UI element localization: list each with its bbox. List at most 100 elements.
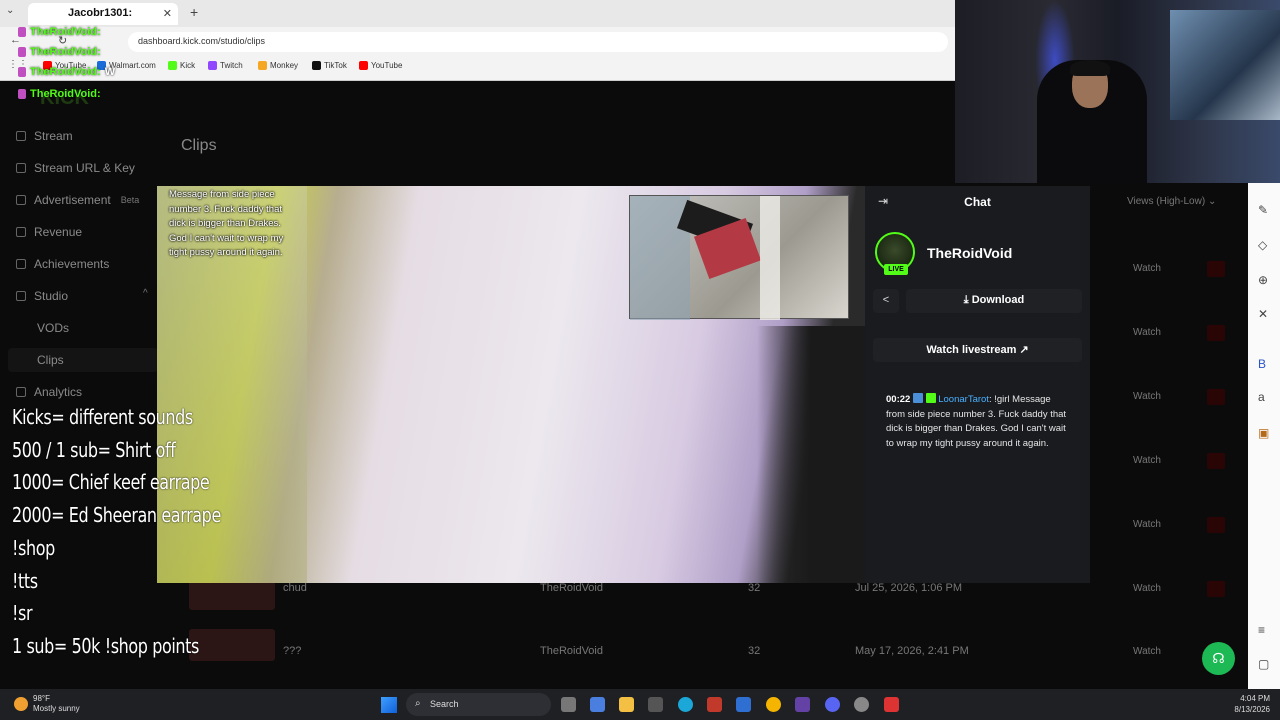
chat-username[interactable]: LoonarTarot (938, 394, 989, 405)
sidebar-item-clips[interactable]: Clips (37, 353, 64, 367)
sort-dropdown[interactable]: Views (High-Low) ⌄ (1127, 196, 1216, 207)
chevron-up-icon[interactable]: ^ (143, 288, 148, 299)
edit-icon[interactable]: ✎ (1258, 203, 1268, 217)
sidebar-item-achievements[interactable]: Achievements (16, 257, 109, 271)
page-title: Clips (181, 137, 217, 154)
obs-icon[interactable] (795, 697, 810, 712)
command-line: 500 / 1 sub= Shirt off (12, 437, 176, 462)
file-explorer-icon[interactable] (619, 697, 634, 712)
sidebar-item-vods[interactable]: VODs (37, 321, 69, 335)
watch-link[interactable]: Watch (1133, 646, 1161, 657)
windows-start-icon[interactable] (381, 697, 397, 713)
clip-title[interactable]: chud (283, 582, 307, 594)
browser-side-toolbar: ✎ ◇ ⊕ ✕ B a ▣ ≡ ▢ (1248, 183, 1280, 689)
watch-link[interactable]: Watch (1133, 583, 1161, 594)
command-line: Kicks= different sounds (12, 405, 193, 429)
watch-livestream-button[interactable]: Watch livestream ↗ (873, 338, 1082, 362)
delete-icon[interactable] (1207, 261, 1225, 277)
sidebar-item-analytics[interactable]: Analytics (16, 385, 82, 399)
bookmark-monkey[interactable]: Monkey (258, 61, 298, 70)
clip-chat-panel: ⇥ Chat LIVE TheRoidVoid < ⤓ Download Wat… (865, 186, 1090, 583)
settings-sliders-icon[interactable]: ≡ (1258, 623, 1265, 637)
clip-views: 32 (748, 582, 761, 594)
watch-link[interactable]: Watch (1133, 455, 1161, 466)
clip-channel: TheRoidVoid (540, 582, 603, 594)
tab-active[interactable]: Jacobr1301: ✕ (28, 3, 178, 25)
watch-link[interactable]: Watch (1133, 263, 1161, 274)
watch-link[interactable]: Watch (1133, 327, 1161, 338)
app-icon[interactable] (736, 697, 751, 712)
delete-icon[interactable] (1207, 325, 1225, 341)
bookmark-kick[interactable]: Kick (168, 61, 195, 70)
task-view-icon[interactable] (561, 697, 576, 712)
watch-link[interactable]: Watch (1133, 391, 1161, 402)
overlay-chat-line: TheRoidVoid: (18, 88, 101, 100)
sun-icon[interactable] (14, 697, 28, 711)
edge-icon[interactable] (678, 697, 693, 712)
share-button[interactable]: < (873, 289, 899, 313)
layout-icon[interactable]: ▢ (1258, 657, 1269, 671)
copilot-icon[interactable] (590, 697, 605, 712)
command-line: 1000= Chief keef earrape (12, 470, 210, 495)
app-icon[interactable] (707, 697, 722, 712)
delete-icon[interactable] (1207, 581, 1225, 597)
new-tab-icon[interactable]: + (190, 4, 198, 20)
poster-image (1170, 10, 1280, 120)
chevron-down-icon: ⌄ (1207, 196, 1217, 207)
sidebar-item-stream[interactable]: Stream (16, 129, 73, 143)
settings-icon[interactable] (854, 697, 869, 712)
sidebar-item-stream-url-key[interactable]: Stream URL & Key (16, 161, 135, 175)
user-badge-icon (18, 47, 26, 57)
app-icon[interactable] (884, 697, 899, 712)
command-line: 2000= Ed Sheeran earrape (12, 503, 221, 528)
bookmark-twitch[interactable]: Twitch (208, 61, 243, 70)
sidebar-item-studio[interactable]: Studio (16, 289, 68, 303)
chat-timestamp: 00:22 (886, 394, 911, 405)
delete-icon[interactable] (1207, 453, 1225, 469)
tab-close-icon[interactable]: ✕ (163, 7, 172, 20)
webcam-feed (955, 0, 1280, 183)
tab-search-icon[interactable]: ⌄ (6, 5, 14, 16)
game-icon[interactable]: ⊕ (1258, 273, 1268, 287)
trophy-icon (16, 259, 26, 269)
sidebar-item-revenue[interactable]: Revenue (16, 225, 82, 239)
clip-title[interactable]: ??? (283, 645, 301, 657)
key-icon (16, 163, 26, 173)
download-button[interactable]: ⤓ Download (906, 289, 1082, 313)
user-badge-icon (18, 89, 26, 99)
chrome-icon[interactable] (766, 697, 781, 712)
discord-icon[interactable] (825, 697, 840, 712)
revenue-icon (16, 227, 26, 237)
sidebar-item-advertisement[interactable]: Advertisement Beta (16, 193, 139, 207)
bookmark-youtube-2[interactable]: YouTube (359, 61, 402, 70)
taskbar-search[interactable]: ⌕ Search (406, 693, 551, 716)
weather-widget[interactable]: 98°F Mostly sunny (33, 694, 80, 714)
tools-icon[interactable]: ✕ (1258, 307, 1268, 321)
overlay-chat-line: TheRoidVoid: (18, 26, 101, 38)
address-bar[interactable]: dashboard.kick.com/studio/clips (128, 32, 948, 52)
store-icon[interactable] (648, 697, 663, 712)
delete-icon[interactable] (1207, 389, 1225, 405)
badge-icon (912, 393, 923, 403)
search-icon: ⌕ (415, 698, 421, 709)
gift-badge-icon (925, 393, 936, 403)
tag-icon[interactable]: ◇ (1258, 238, 1267, 252)
user-badge-icon (18, 27, 26, 37)
delete-icon[interactable] (1207, 517, 1225, 533)
watch-link[interactable]: Watch (1133, 519, 1161, 530)
stream-commands-overlay: Kicks= different sounds 500 / 1 sub= Shi… (12, 401, 273, 663)
amazon-icon[interactable]: a (1258, 390, 1265, 404)
overlay-chat-line: TheRoidVoid: (18, 46, 101, 58)
command-line: !tts (12, 568, 38, 593)
sidebar-active-highlight (8, 348, 158, 372)
briefcase-icon[interactable]: ▣ (1258, 426, 1269, 440)
command-line: !sr (12, 601, 33, 626)
browser-window: ⌄ Jacobr1301: ✕ + ← ↻ dashboard.kick.com… (0, 0, 955, 81)
bookmarks-bar: ⋮⋮ YouTube Walmart.com Kick Twitch Monke… (0, 57, 955, 77)
chat-message: 00:22 LoonarTarot: !girl Message from si… (886, 393, 1072, 451)
bookmark-tiktok[interactable]: TikTok (312, 61, 347, 70)
support-chat-button[interactable]: ☊ (1202, 642, 1235, 675)
taskbar-clock[interactable]: 4:04 PM 8/13/2026 (1226, 693, 1270, 715)
bing-icon[interactable]: B (1258, 357, 1266, 371)
channel-name[interactable]: TheRoidVoid (927, 245, 1012, 261)
